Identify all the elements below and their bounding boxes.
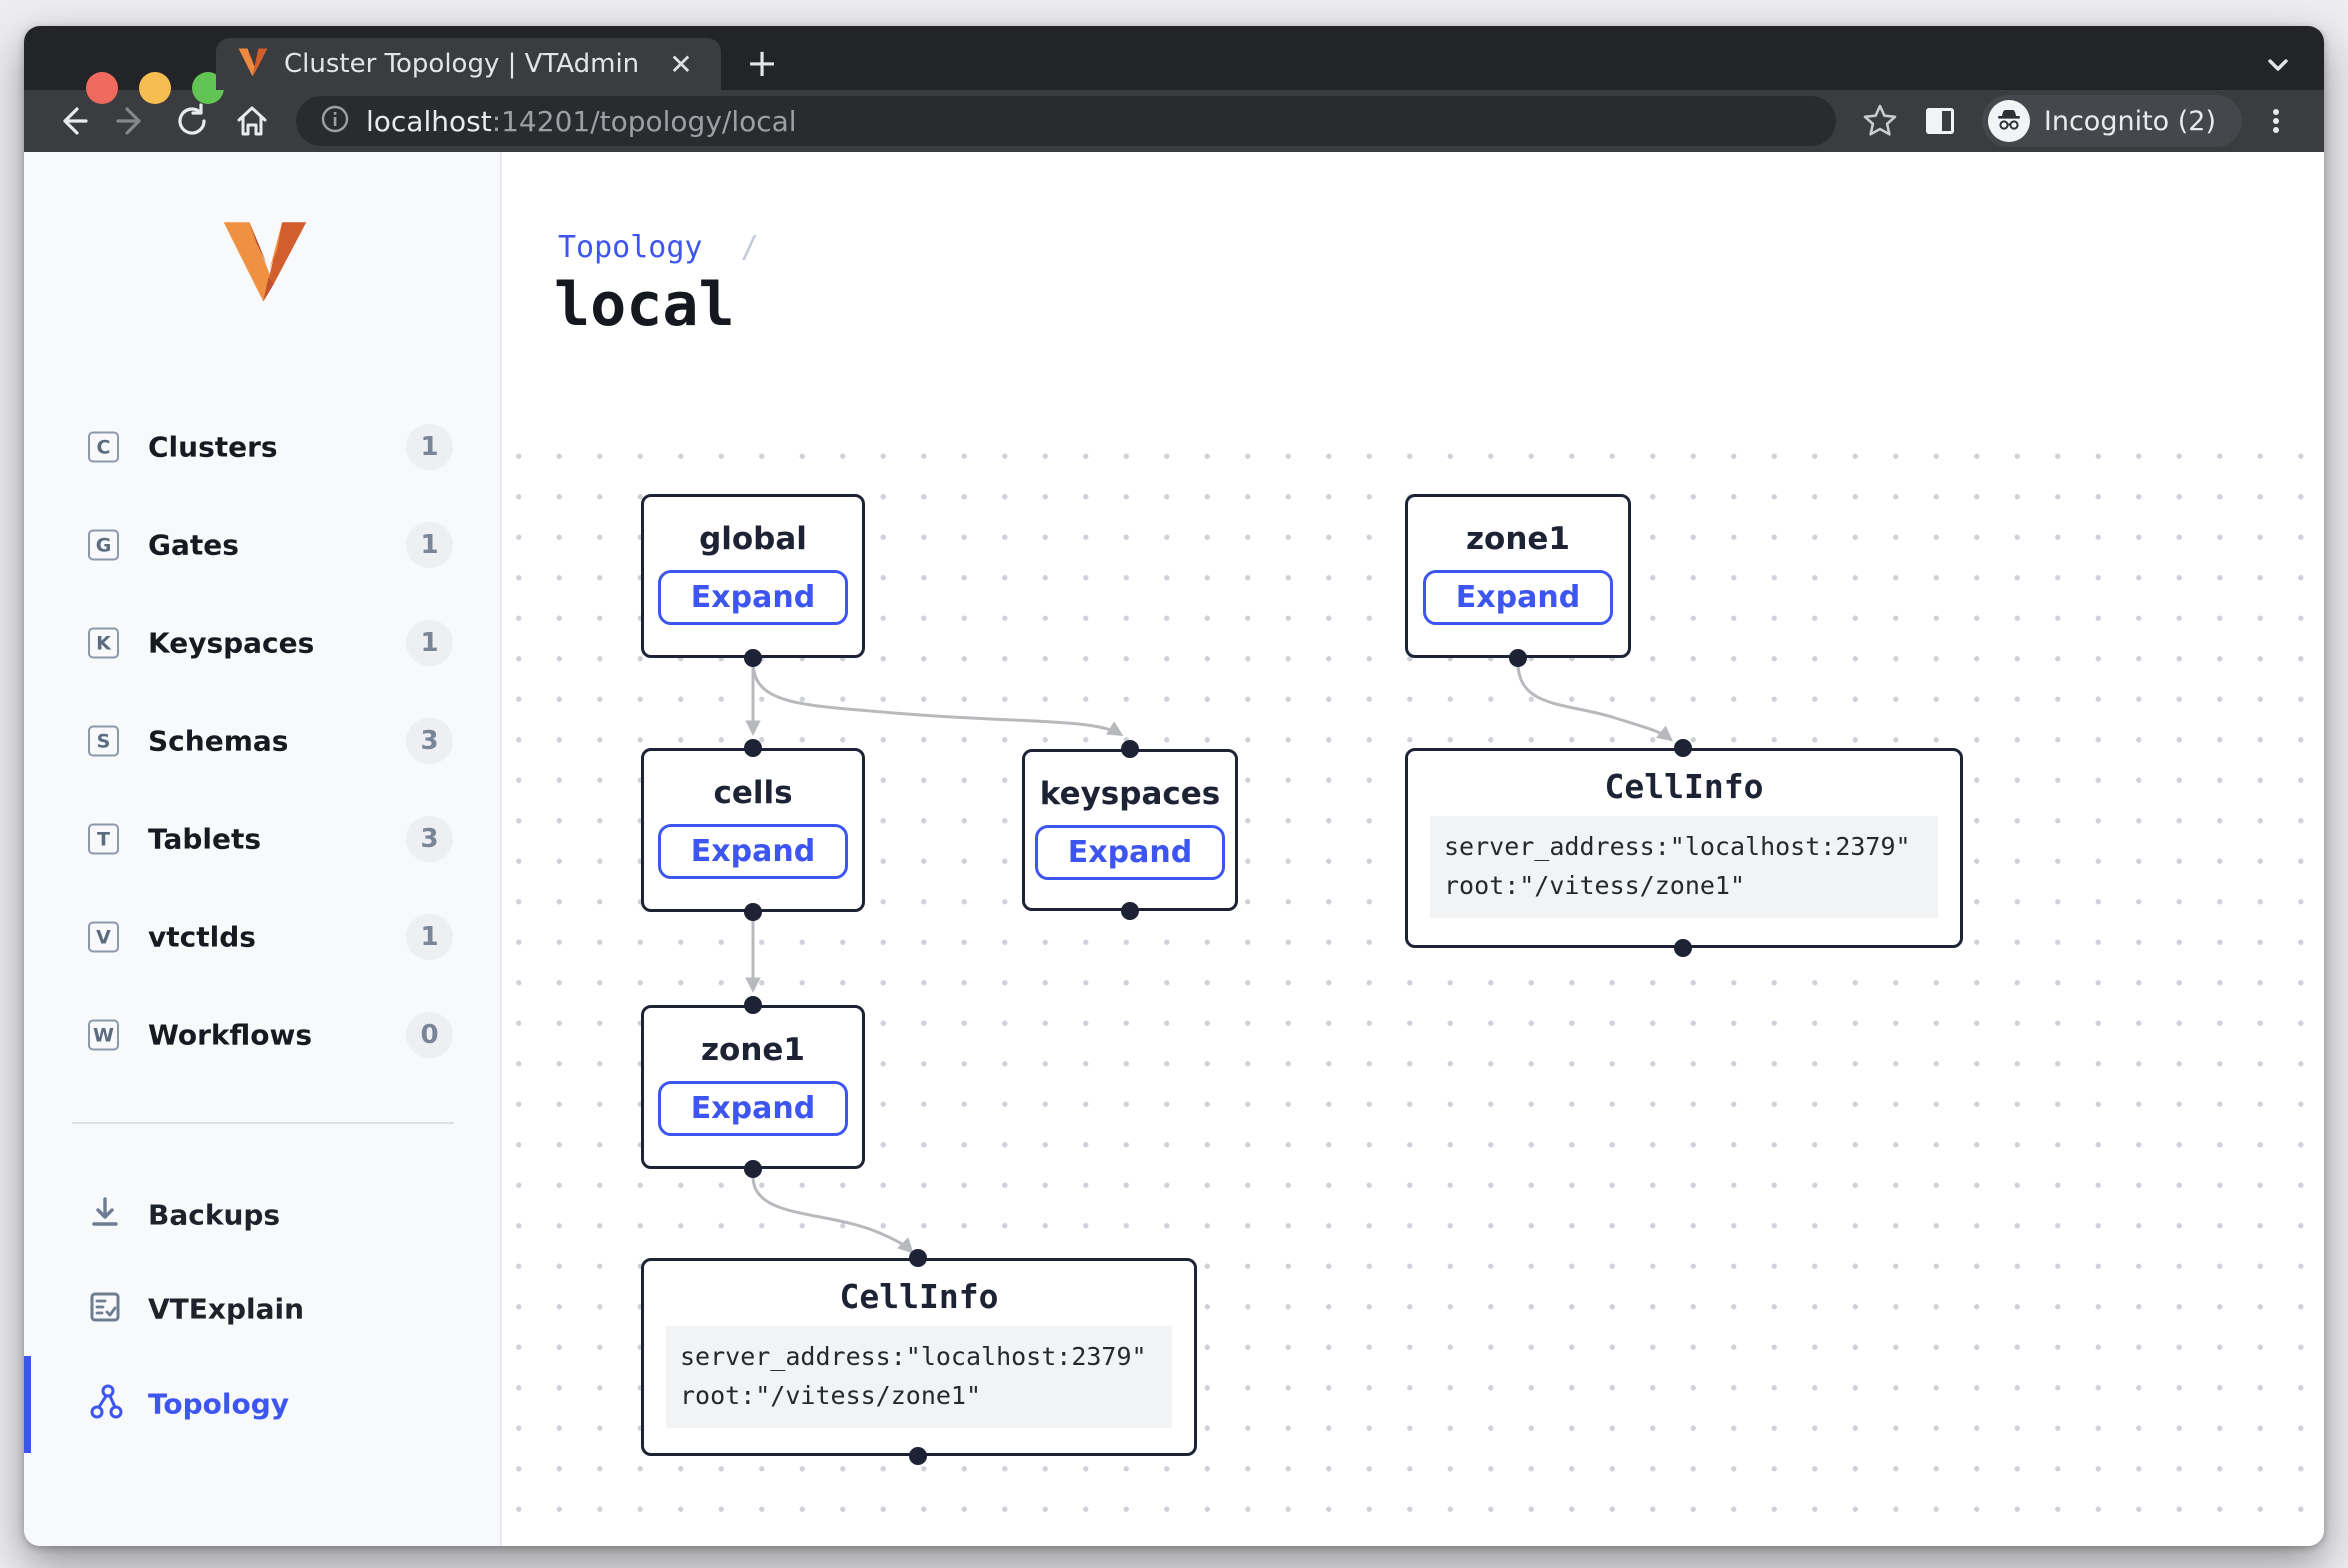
browser-window: Cluster Topology | VTAdmin ✕ + localhost… xyxy=(24,26,2324,1546)
traffic-lights xyxy=(86,72,224,104)
incognito-label: Incognito (2) xyxy=(2044,106,2216,137)
sidebar-item-schemas[interactable]: S Schemas 3 xyxy=(24,705,502,777)
count-badge: 1 xyxy=(406,522,453,568)
count-badge: 1 xyxy=(406,620,453,666)
count-badge: 3 xyxy=(406,718,453,764)
expand-button[interactable]: Expand xyxy=(1423,570,1613,625)
sidebar-item-tablets[interactable]: T Tablets 3 xyxy=(24,803,502,875)
count-badge: 1 xyxy=(406,914,453,960)
port-handle xyxy=(744,903,762,921)
port-handle xyxy=(1121,740,1139,758)
incognito-avatar-icon xyxy=(1988,100,2030,142)
tablets-letter-icon: T xyxy=(88,824,119,855)
port-handle xyxy=(744,996,762,1014)
tab-strip: Cluster Topology | VTAdmin ✕ + xyxy=(24,26,2324,90)
app-content: C Clusters 1 G Gates 1 K Keyspaces 1 S S… xyxy=(24,152,2324,1546)
count-badge: 3 xyxy=(406,816,453,862)
sidebar-item-workflows[interactable]: W Workflows 0 xyxy=(24,999,502,1071)
sidebar-item-vtexplain[interactable]: VTExplain xyxy=(24,1273,502,1345)
minimize-window-button[interactable] xyxy=(139,72,171,104)
sidebar-item-gates[interactable]: G Gates 1 xyxy=(24,509,502,581)
port-handle xyxy=(1509,649,1527,667)
incognito-badge[interactable]: Incognito (2) xyxy=(1982,95,2242,147)
port-handle xyxy=(909,1447,927,1465)
count-badge: 0 xyxy=(406,1012,453,1058)
sidebar-item-keyspaces[interactable]: K Keyspaces 1 xyxy=(24,607,502,679)
active-nav-indicator xyxy=(24,1356,31,1453)
keyspaces-letter-icon: K xyxy=(88,628,119,659)
site-info-icon[interactable] xyxy=(320,104,350,138)
new-tab-button[interactable]: + xyxy=(736,40,788,88)
cellinfo-title: CellInfo xyxy=(1408,767,1960,806)
tab-title: Cluster Topology | VTAdmin xyxy=(284,49,647,79)
browser-menu-icon[interactable] xyxy=(2250,95,2302,147)
port-handle xyxy=(1121,902,1139,920)
home-icon[interactable] xyxy=(226,95,278,147)
sidebar-item-backups[interactable]: Backups xyxy=(24,1179,502,1251)
sidebar-divider xyxy=(72,1122,454,1124)
port-handle xyxy=(909,1249,927,1267)
vtctlds-letter-icon: V xyxy=(88,922,119,953)
vtexplain-document-icon xyxy=(86,1288,124,1330)
cellinfo-code: server_address:"localhost:2379" root:"/v… xyxy=(1430,816,1938,918)
tab-search-chevron-icon[interactable] xyxy=(2258,44,2298,84)
sidebar-item-topology[interactable]: Topology xyxy=(24,1368,502,1440)
port-handle xyxy=(744,1160,762,1178)
workflows-letter-icon: W xyxy=(88,1020,119,1051)
sidebar: C Clusters 1 G Gates 1 K Keyspaces 1 S S… xyxy=(24,152,502,1546)
port-handle xyxy=(744,649,762,667)
expand-button[interactable]: Expand xyxy=(658,570,848,625)
close-window-button[interactable] xyxy=(86,72,118,104)
download-icon xyxy=(86,1194,124,1236)
side-panel-icon[interactable] xyxy=(1914,95,1966,147)
gates-letter-icon: G xyxy=(88,530,119,561)
expand-button[interactable]: Expand xyxy=(658,824,848,879)
schemas-letter-icon: S xyxy=(88,726,119,757)
sidebar-item-clusters[interactable]: C Clusters 1 xyxy=(24,411,502,483)
url-text: localhost:14201/topology/local xyxy=(366,105,797,138)
port-handle xyxy=(744,739,762,757)
expand-button[interactable]: Expand xyxy=(1035,825,1225,880)
port-handle xyxy=(1674,939,1692,957)
vitess-favicon-icon xyxy=(238,47,268,81)
node-global[interactable]: global Expand xyxy=(641,494,865,658)
count-badge: 1 xyxy=(406,424,453,470)
url-bar[interactable]: localhost:14201/topology/local xyxy=(296,96,1836,146)
close-tab-icon[interactable]: ✕ xyxy=(663,48,699,81)
url-path: :14201/topology/local xyxy=(492,105,797,138)
bookmark-star-icon[interactable] xyxy=(1854,95,1906,147)
sidebar-item-vtctlds[interactable]: V vtctlds 1 xyxy=(24,901,502,973)
node-zone1-lower[interactable]: zone1 Expand xyxy=(641,1005,865,1169)
expand-button[interactable]: Expand xyxy=(658,1081,848,1136)
vitess-logo xyxy=(222,220,308,306)
node-cellinfo-bottom[interactable]: CellInfo server_address:"localhost:2379"… xyxy=(641,1258,1197,1456)
node-zone1-top[interactable]: zone1 Expand xyxy=(1405,494,1631,658)
node-keyspaces[interactable]: keyspaces Expand xyxy=(1022,749,1238,911)
topology-icon xyxy=(86,1382,126,1426)
node-cellinfo-right[interactable]: CellInfo server_address:"localhost:2379"… xyxy=(1405,748,1963,948)
cellinfo-title: CellInfo xyxy=(644,1277,1194,1316)
main-panel: Topology / local global Exp xyxy=(502,152,2324,1546)
browser-toolbar: localhost:14201/topology/local Incognito… xyxy=(24,90,2324,152)
node-cells[interactable]: cells Expand xyxy=(641,748,865,912)
cellinfo-code: server_address:"localhost:2379" root:"/v… xyxy=(666,1326,1172,1428)
url-host: localhost xyxy=(366,105,492,138)
browser-tab[interactable]: Cluster Topology | VTAdmin ✕ xyxy=(216,38,721,90)
clusters-letter-icon: C xyxy=(88,432,119,463)
port-handle xyxy=(1674,739,1692,757)
